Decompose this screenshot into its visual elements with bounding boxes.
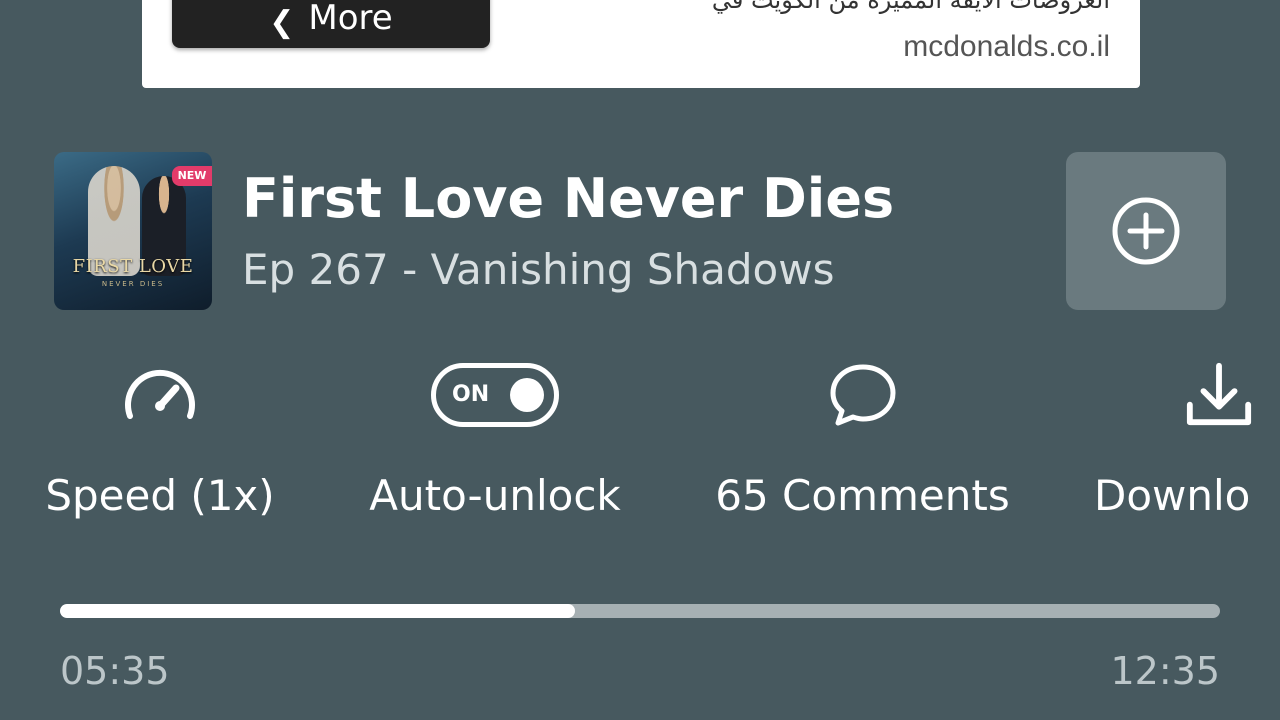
- cover-art[interactable]: NEW FIRST LOVE NEVER DIES: [54, 152, 212, 310]
- auto-unlock-toggle[interactable]: ON Auto-unlock: [340, 350, 650, 530]
- speedometer-icon: [125, 369, 195, 419]
- cover-title: FIRST LOVE: [72, 256, 194, 277]
- comments-label: 65 Comments: [715, 471, 1010, 520]
- chat-bubble-icon: [830, 364, 895, 426]
- total-time: 12:35: [1110, 649, 1220, 693]
- auto-unlock-label: Auto-unlock: [369, 471, 621, 520]
- download-button[interactable]: Downlo: [1094, 350, 1280, 530]
- book-title[interactable]: First Love Never Dies: [242, 164, 894, 234]
- elapsed-time: 05:35: [60, 649, 170, 693]
- ad-domain: mcdonalds.co.il: [903, 30, 1110, 63]
- auto-unlock-switch[interactable]: ON: [431, 363, 559, 427]
- download-icon: [1186, 362, 1252, 426]
- episode-title: Ep 267 - Vanishing Shadows: [242, 245, 835, 294]
- plus-circle-icon: [1112, 197, 1180, 265]
- comments-button[interactable]: 65 Comments: [690, 350, 1035, 530]
- speed-button[interactable]: Speed (1x): [30, 350, 290, 530]
- toggle-knob: [510, 378, 544, 412]
- cover-subtitle: NEVER DIES: [101, 280, 165, 288]
- ad-more-button[interactable]: ❮ More: [172, 0, 490, 48]
- progress-bar[interactable]: [60, 604, 1220, 618]
- add-to-library-button[interactable]: [1066, 152, 1226, 310]
- cover-badge: NEW: [172, 166, 212, 186]
- toggle-state-text: ON: [452, 382, 490, 407]
- download-label: Downlo: [1094, 471, 1251, 520]
- ad-more-label: More: [308, 0, 393, 38]
- ad-headline: العروضات الأيقة المميزة من الكويت في: [711, 0, 1110, 14]
- player-screen: ❮ More العروضات الأيقة المميزة من الكويت…: [0, 0, 1280, 720]
- speed-label: Speed (1x): [45, 471, 275, 520]
- progress-fill: [60, 604, 576, 618]
- chevron-left-icon: ❮: [269, 5, 295, 40]
- ad-banner[interactable]: ❮ More العروضات الأيقة المميزة من الكويت…: [142, 0, 1140, 88]
